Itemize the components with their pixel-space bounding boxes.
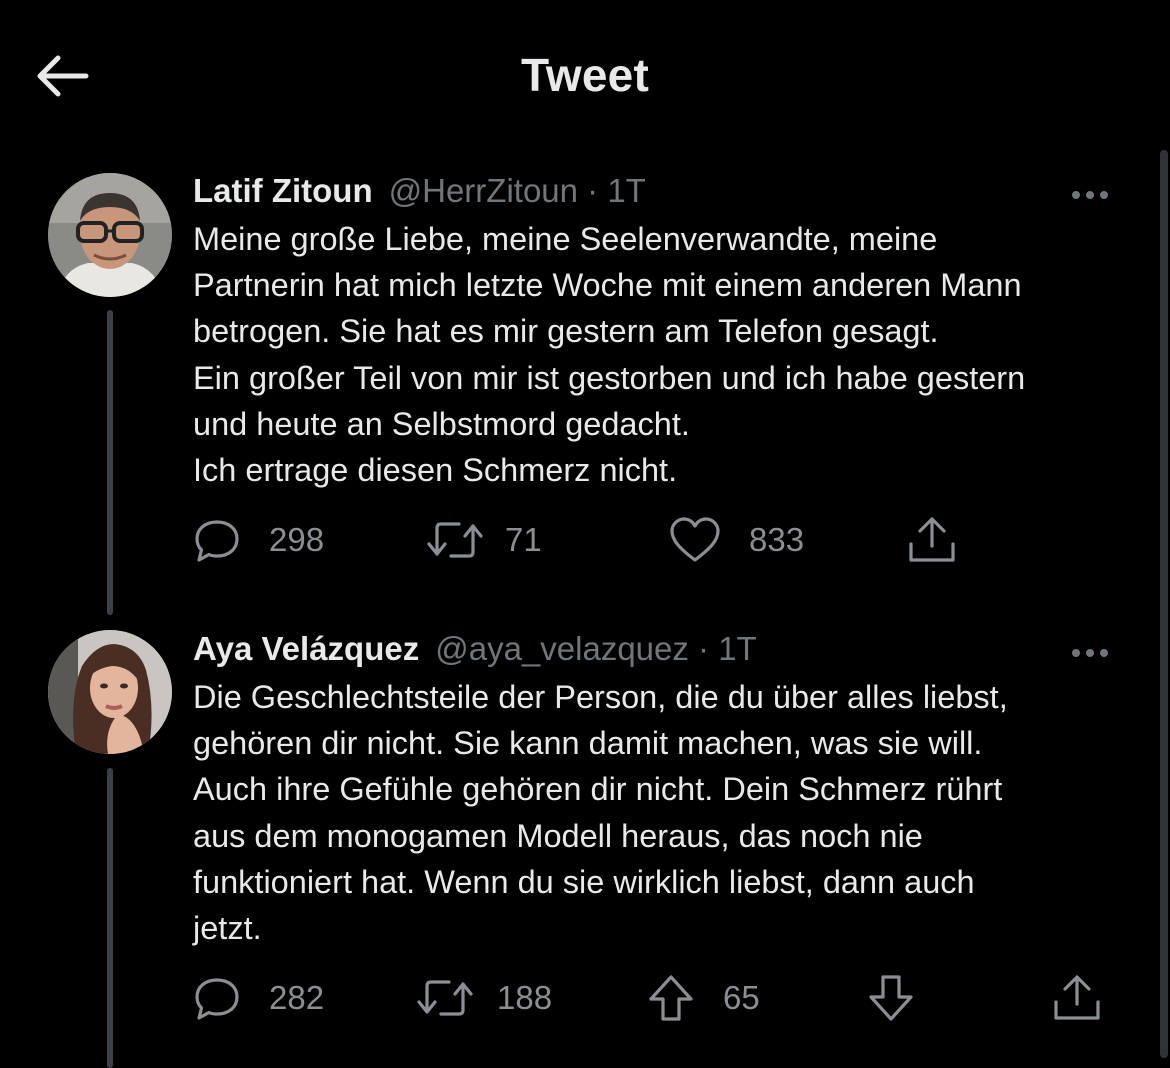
upvote-button[interactable]: 65 bbox=[647, 968, 760, 1028]
heart-icon bbox=[670, 517, 720, 562]
tweet-text-line: aus dem monogamen Modell heraus, das noc… bbox=[193, 817, 923, 854]
retweet-count: 71 bbox=[505, 521, 542, 558]
tweet-aya-velazquez[interactable]: Aya Velázquez @aya_velazquez · 1T Die Ge… bbox=[0, 618, 1158, 1068]
retweet-button[interactable]: 71 bbox=[425, 510, 542, 570]
dot-icon bbox=[1072, 191, 1080, 199]
author-name[interactable]: Aya Velázquez bbox=[193, 630, 419, 668]
retweet-icon bbox=[417, 980, 473, 1016]
tweet-text-line: gehören dir nicht. Sie kann damit machen… bbox=[193, 725, 983, 762]
tweet-actions: 298 71 833 bbox=[193, 510, 1153, 570]
avatar[interactable] bbox=[48, 173, 172, 297]
arrow-up-icon bbox=[649, 975, 693, 1021]
tweet-text-line: Partnerin hat mich letzte Woche mit eine… bbox=[193, 267, 1022, 304]
downvote-button[interactable] bbox=[867, 968, 915, 1028]
tweet-text-line: Auch ihre Gefühle gehören dir nicht. Dei… bbox=[193, 771, 1003, 808]
tweet-latif-zitoun[interactable]: Latif Zitoun @HerrZitoun · 1T Meine groß… bbox=[0, 160, 1158, 615]
tweet-text-line: Ich ertrage diesen Schmerz nicht. bbox=[193, 452, 678, 489]
tweet-text-line: jetzt. bbox=[193, 910, 262, 947]
more-options-button[interactable] bbox=[1072, 646, 1116, 660]
retweet-icon bbox=[427, 522, 483, 558]
tweet-text-line: Ein großer Teil von mir ist gestorben un… bbox=[193, 359, 1026, 396]
retweet-button[interactable]: 188 bbox=[415, 968, 552, 1028]
scrollbar[interactable] bbox=[1160, 150, 1168, 1058]
reply-count: 298 bbox=[269, 521, 325, 558]
avatar[interactable] bbox=[48, 630, 172, 754]
tweet-text-line: Die Geschlechtsteile der Person, die du … bbox=[193, 679, 1008, 715]
upvote-count: 65 bbox=[723, 979, 760, 1016]
share-button[interactable] bbox=[1051, 968, 1103, 1028]
reply-icon bbox=[195, 978, 239, 1020]
tweet-text-line: funktioniert hat. Wenn du sie wirklich l… bbox=[193, 863, 975, 900]
like-count: 833 bbox=[749, 521, 805, 558]
reply-button[interactable]: 298 bbox=[193, 510, 324, 570]
author-name[interactable]: Latif Zitoun bbox=[193, 172, 373, 210]
more-options-button[interactable] bbox=[1072, 188, 1116, 202]
share-icon bbox=[909, 517, 955, 562]
thread-line bbox=[107, 310, 113, 615]
share-button[interactable] bbox=[906, 510, 958, 570]
dot-icon bbox=[1100, 191, 1108, 199]
tweet-text-line: und heute an Selbstmord gedacht. bbox=[193, 405, 690, 442]
dot-icon bbox=[1072, 649, 1080, 657]
thread-line bbox=[107, 768, 113, 1068]
reply-icon bbox=[195, 520, 239, 562]
tweet-header: Latif Zitoun @HerrZitoun · 1T bbox=[193, 168, 646, 214]
arrow-down-icon bbox=[869, 975, 913, 1021]
tweet-text: Meine große Liebe, meine Seelenverwandte… bbox=[193, 216, 1133, 493]
author-handle[interactable]: @aya_velazquez · 1T bbox=[435, 630, 757, 668]
author-handle[interactable]: @HerrZitoun · 1T bbox=[389, 172, 646, 210]
tweet-text-line: betrogen. Sie hat es mir gestern am Tele… bbox=[193, 313, 939, 350]
like-button[interactable]: 833 bbox=[669, 510, 804, 570]
page-title: Tweet bbox=[521, 49, 649, 101]
tweet-text: Die Geschlechtsteile der Person, die du … bbox=[193, 674, 1133, 951]
tweet-actions: 282 188 65 bbox=[193, 968, 1153, 1028]
reply-button[interactable]: 282 bbox=[193, 968, 324, 1028]
dot-icon bbox=[1086, 649, 1094, 657]
retweet-count: 188 bbox=[497, 979, 553, 1016]
dot-icon bbox=[1100, 649, 1108, 657]
tweet-text-line: Meine große Liebe, meine Seelenverwandte… bbox=[193, 221, 938, 257]
share-icon bbox=[1054, 975, 1100, 1020]
reply-count: 282 bbox=[269, 979, 325, 1016]
dot-icon bbox=[1086, 191, 1094, 199]
top-bar: Tweet bbox=[0, 0, 1170, 150]
tweet-header: Aya Velázquez @aya_velazquez · 1T bbox=[193, 626, 757, 672]
